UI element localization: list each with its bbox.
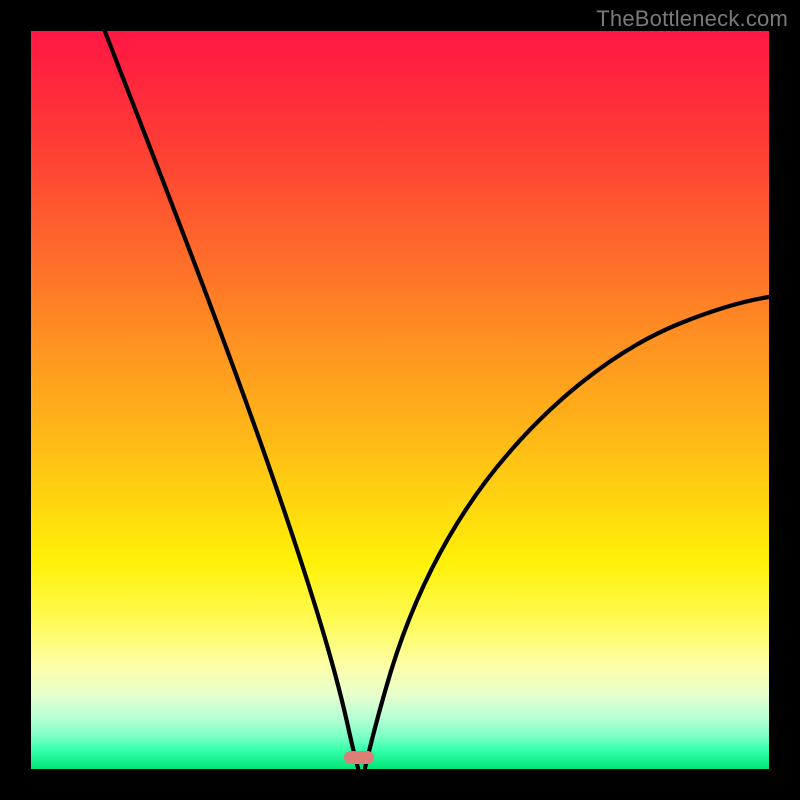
- bottleneck-curve: [31, 31, 769, 769]
- curve-right-arm: [365, 297, 769, 768]
- chart-frame: TheBottleneck.com: [0, 0, 800, 800]
- optimum-marker: [344, 751, 374, 764]
- watermark-text: TheBottleneck.com: [596, 6, 788, 32]
- curve-left-arm: [105, 31, 358, 768]
- plot-area: [31, 31, 769, 769]
